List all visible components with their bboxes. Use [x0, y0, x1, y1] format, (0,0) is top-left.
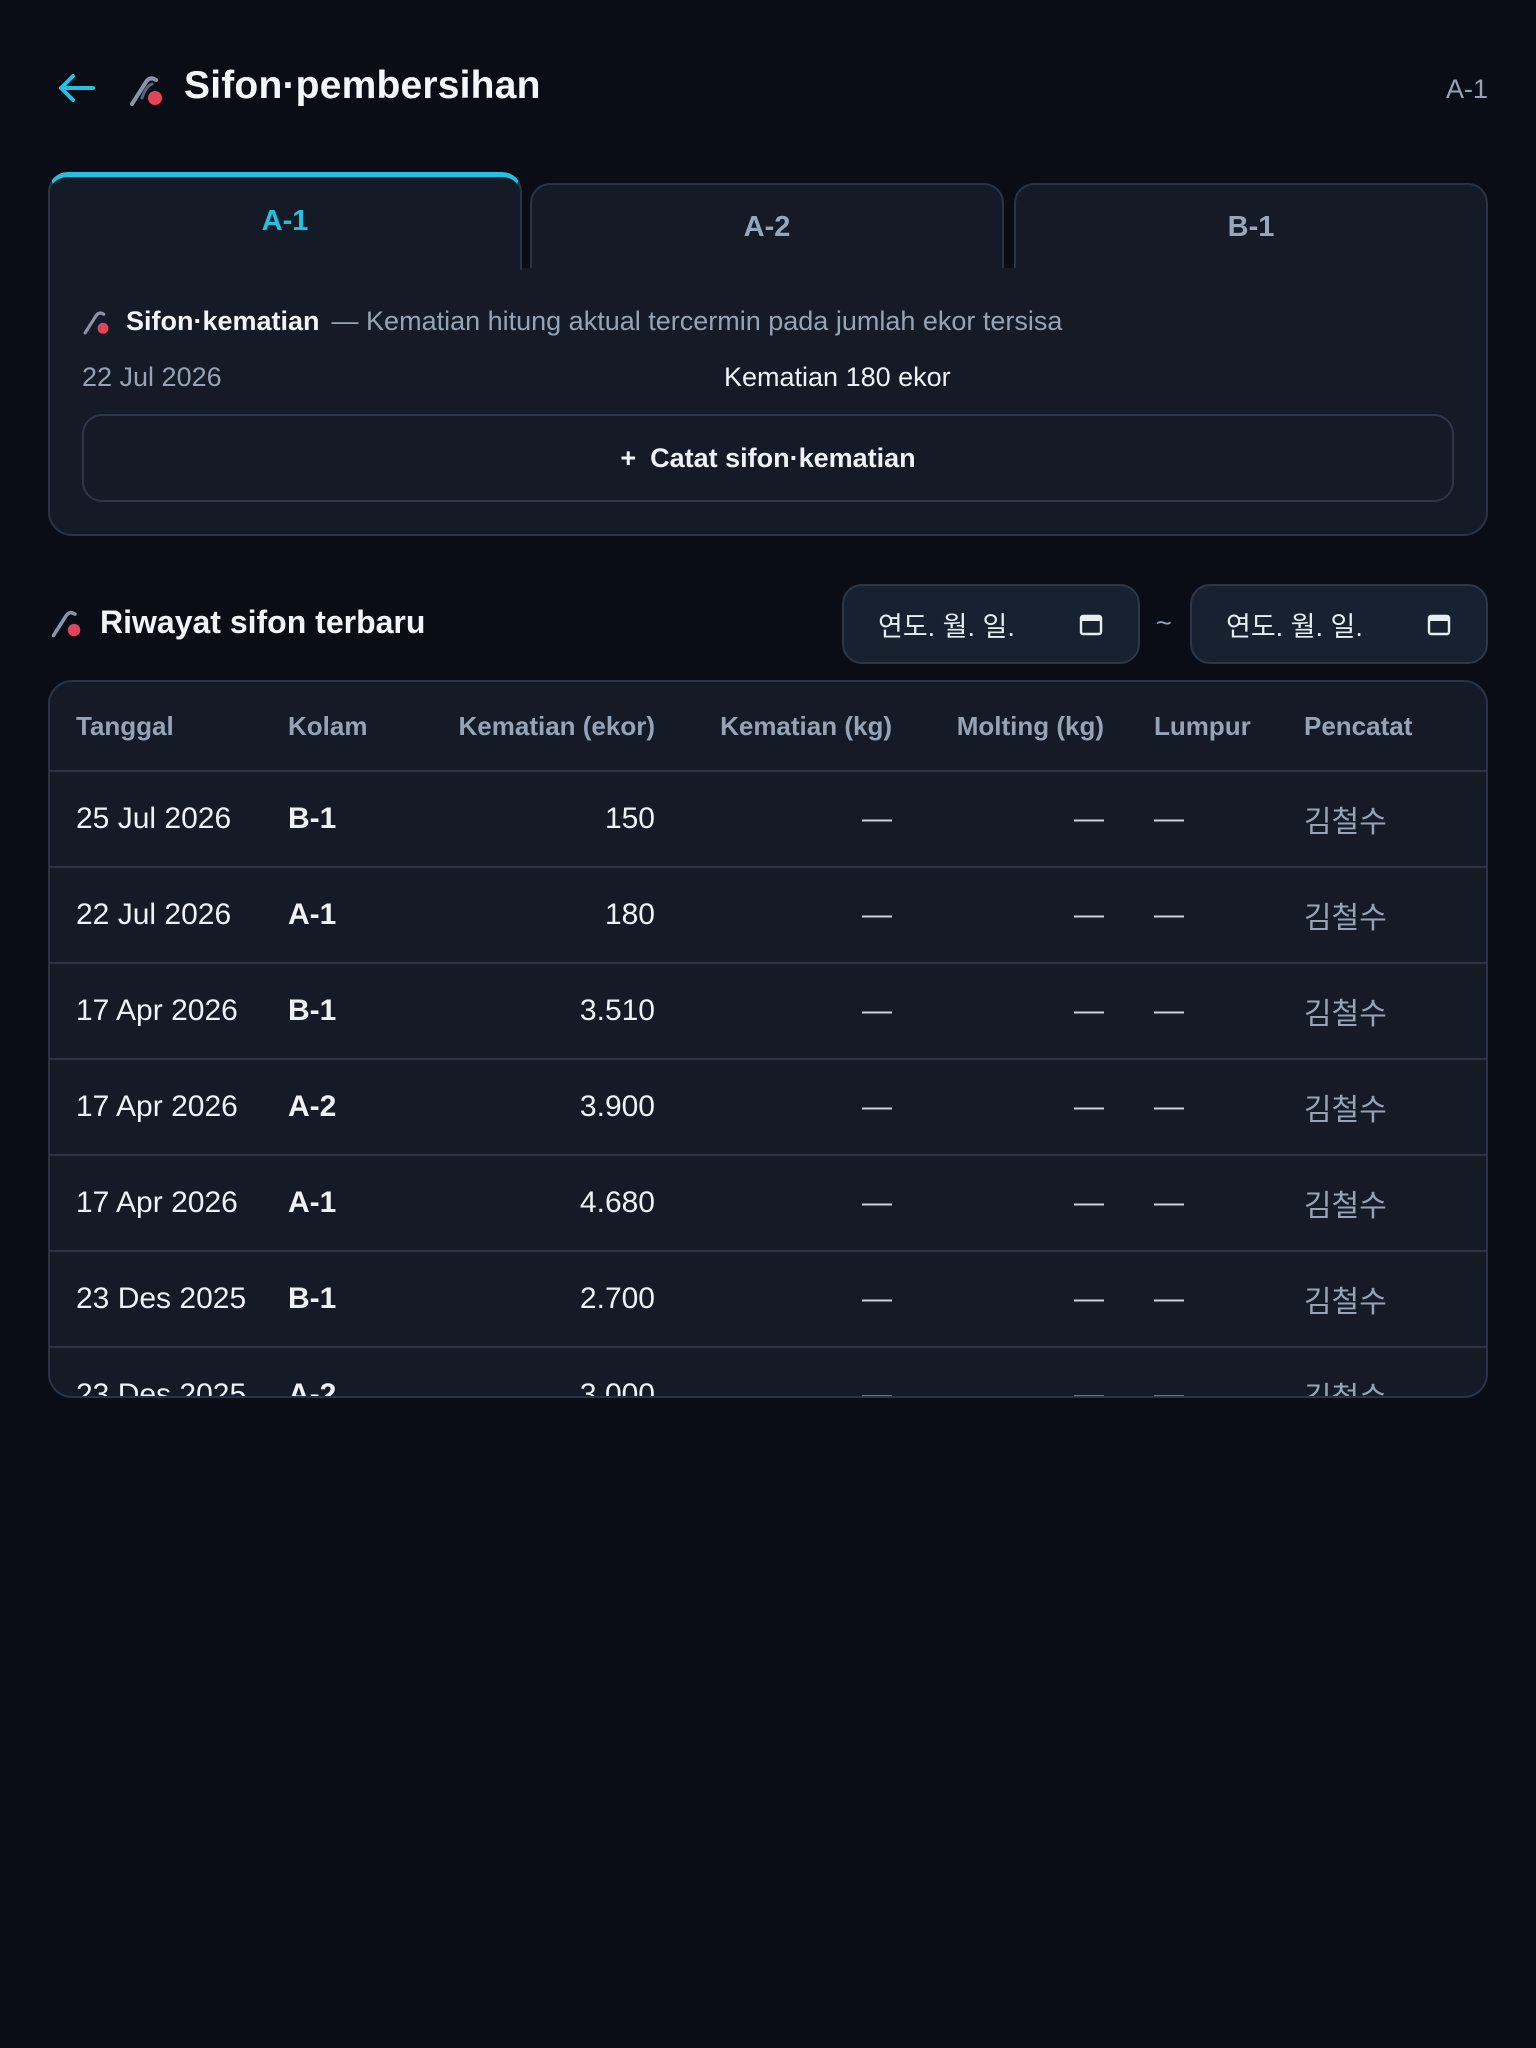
cell-dead-count: 3.900 [420, 1059, 655, 1156]
cell-mud: — [1104, 1155, 1304, 1252]
cell-dead-count: 3.510 [420, 963, 655, 1060]
table-row[interactable]: 17 Apr 2026 B-1 3.510 — — — 김철수 [50, 963, 1486, 1060]
calendar-icon [1427, 614, 1451, 636]
add-mortality-label: Catat sifon·kematian [650, 442, 916, 473]
cell-recorder: 김철수 [1304, 1251, 1486, 1348]
table-row[interactable]: 23 Des 2025 B-1 2.700 — — — 김철수 [50, 1251, 1486, 1348]
cell-date: 23 Des 2025 [50, 1251, 288, 1348]
cell-recorder: 김철수 [1304, 771, 1486, 868]
cell-pond: B-1 [288, 963, 420, 1060]
history-heading: Riwayat sifon terbaru [50, 604, 425, 641]
cell-pond: B-1 [288, 771, 420, 868]
cell-dead-kg: — [655, 1059, 892, 1156]
cell-dead-count: 4.680 [420, 1155, 655, 1252]
cell-recorder: 김철수 [1304, 1059, 1486, 1156]
table-row[interactable]: 17 Apr 2026 A-1 4.680 — — — 김철수 [50, 1155, 1486, 1252]
cell-dead-count: 180 [420, 867, 655, 964]
table-row[interactable]: 17 Apr 2026 A-2 3.900 — — — 김철수 [50, 1059, 1486, 1156]
card-label: Sifon·kematian [126, 306, 320, 336]
cell-mud: — [1104, 771, 1304, 868]
pond-tabs: A-1 A-2 B-1 [48, 170, 1488, 270]
cell-recorder: 김철수 [1304, 867, 1486, 964]
cell-pond: A-2 [288, 1059, 420, 1156]
cell-dead-count: 2.700 [420, 1251, 655, 1348]
cell-date: 23 Des 2025 [50, 1347, 288, 1396]
cell-recorder: 김철수 [1304, 1347, 1486, 1396]
cell-recorder: 김철수 [1304, 963, 1486, 1060]
column-header-dead-count[interactable]: Kematian (ekor) [420, 682, 655, 772]
add-mortality-button[interactable]: + Catat sifon·kematian [82, 414, 1454, 502]
column-header-molting-kg[interactable]: Molting (kg) [892, 682, 1104, 772]
card-summary: Kematian 180 ekor [724, 362, 951, 392]
cell-dead-count: 150 [420, 771, 655, 868]
date-to-placeholder: 연도. 월. 일. [1226, 611, 1363, 642]
page-title: Sifon·pembersihan [184, 64, 541, 107]
pond-badge: A-1 [1445, 74, 1488, 104]
cell-mud: — [1104, 867, 1304, 964]
table-row[interactable]: 22 Jul 2026 A-1 180 — — — 김철수 [50, 867, 1486, 964]
cell-molting-kg: — [892, 1347, 1104, 1396]
siphon-icon [51, 610, 81, 637]
cell-pond: A-1 [288, 867, 420, 964]
arrow-left-icon [59, 74, 95, 102]
cell-dead-kg: — [655, 867, 892, 964]
cell-molting-kg: — [892, 1059, 1104, 1156]
cell-mud: — [1104, 1251, 1304, 1348]
cell-dead-kg: — [655, 1347, 892, 1396]
cell-pond: A-1 [288, 1155, 420, 1252]
cell-dead-kg: — [655, 771, 892, 868]
history-table: Tanggal Kolam Kematian (ekor) Kematian (… [48, 680, 1488, 1398]
plus-icon: + [620, 442, 637, 473]
date-to-input[interactable]: 연도. 월. 일. [1190, 584, 1488, 664]
cell-date: 25 Jul 2026 [50, 771, 288, 868]
siphon-icon [130, 76, 162, 106]
tab-a-1[interactable]: A-1 [48, 172, 522, 270]
range-separator: ~ [1156, 608, 1172, 638]
cell-mud: — [1104, 963, 1304, 1060]
section-title: Riwayat sifon terbaru [100, 604, 426, 640]
cell-pond: A-2 [288, 1347, 420, 1396]
column-header-pond[interactable]: Kolam [288, 682, 420, 772]
cell-date: 17 Apr 2026 [50, 963, 288, 1060]
cell-dead-kg: — [655, 1155, 892, 1252]
cell-date: 17 Apr 2026 [50, 1059, 288, 1156]
cell-date: 22 Jul 2026 [50, 867, 288, 964]
card-description: — Kematian hitung aktual tercermin pada … [331, 306, 1063, 336]
siphon-icon [83, 310, 109, 334]
cell-molting-kg: — [892, 963, 1104, 1060]
table-row[interactable]: 23 Des 2025 A-2 3.000 — — — 김철수 [50, 1347, 1486, 1396]
cell-dead-kg: — [655, 1251, 892, 1348]
column-header-recorder[interactable]: Pencatat [1304, 682, 1486, 772]
card-heading: Sifon·kematian — Kematian hitung aktual … [82, 306, 1062, 337]
cell-molting-kg: — [892, 771, 1104, 868]
cell-dead-count: 3.000 [420, 1347, 655, 1396]
tab-b-1[interactable]: B-1 [1014, 183, 1488, 269]
table-row[interactable]: 25 Jul 2026 B-1 150 — — — 김철수 [50, 771, 1486, 868]
table-header-row: Tanggal Kolam Kematian (ekor) Kematian (… [50, 682, 1486, 772]
calendar-icon [1079, 614, 1103, 636]
cell-recorder: 김철수 [1304, 1155, 1486, 1252]
cell-mud: — [1104, 1059, 1304, 1156]
cell-pond: B-1 [288, 1251, 420, 1348]
column-header-mud[interactable]: Lumpur [1104, 682, 1304, 772]
cell-molting-kg: — [892, 1155, 1104, 1252]
cell-dead-kg: — [655, 963, 892, 1060]
date-from-input[interactable]: 연도. 월. 일. [842, 584, 1140, 664]
cell-date: 17 Apr 2026 [50, 1155, 288, 1252]
page-header: Sifon·pembersihan A-1 [0, 0, 1536, 176]
column-header-dead-kg[interactable]: Kematian (kg) [655, 682, 892, 772]
cell-mud: — [1104, 1347, 1304, 1396]
card-date: 22 Jul 2026 [82, 362, 222, 392]
tab-a-2[interactable]: A-2 [530, 183, 1004, 269]
back-button[interactable] [52, 68, 102, 108]
date-from-placeholder: 연도. 월. 일. [878, 611, 1015, 642]
column-header-date[interactable]: Tanggal [50, 682, 288, 772]
cell-molting-kg: — [892, 867, 1104, 964]
cell-molting-kg: — [892, 1251, 1104, 1348]
